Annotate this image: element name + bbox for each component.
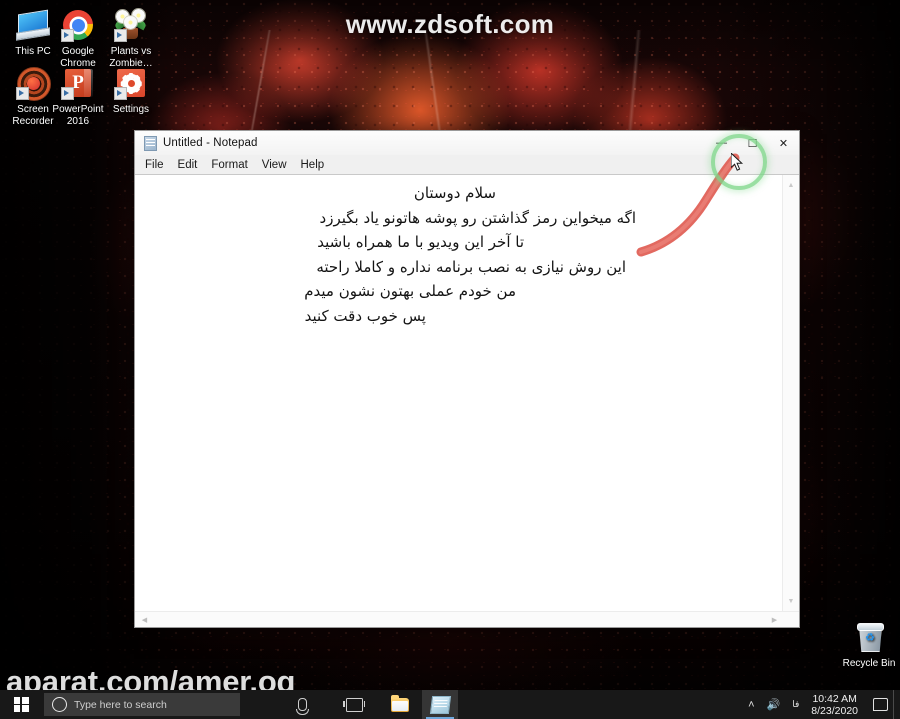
menu-file[interactable]: File	[138, 158, 171, 172]
windows-taskbar: Type here to search ˄ 🔊 فا 10:42 AM 8/23…	[0, 690, 900, 719]
settings-gear-icon	[114, 66, 148, 100]
windows-logo-icon	[13, 697, 29, 712]
minimize-button[interactable]: —	[706, 131, 737, 155]
notepad-line: من خودم عملی بهتون نشون میدم	[304, 282, 516, 300]
notepad-body: سلام دوستان اگه میخواین رمز گذاشتن رو پو…	[135, 174, 799, 611]
notepad-text-area[interactable]: سلام دوستان اگه میخواین رمز گذاشتن رو پو…	[135, 175, 782, 611]
notepad-line: سلام دوستان	[413, 184, 496, 202]
notepad-taskbar-icon[interactable]	[422, 690, 458, 719]
system-tray: ˄ 🔊 فا 10:42 AM 8/23/2020	[742, 690, 900, 719]
desktop-icon-settings[interactable]: Settings	[98, 66, 164, 116]
notepad-window[interactable]: Untitled - Notepad — ☐ ✕ File Edit Forma…	[134, 130, 800, 628]
close-button[interactable]: ✕	[768, 131, 799, 155]
desktop-screen: www.zdsoft.com This PC Google Chrome Pla…	[0, 0, 900, 719]
notepad-line: تا آخر این ویدیو با ما همراه باشید	[317, 233, 524, 251]
taskbar-clock[interactable]: 10:42 AM 8/23/2020	[805, 693, 867, 717]
notepad-line: این روش نیازی به نصب برنامه نداره و کامل…	[316, 257, 626, 276]
scroll-right-arrow-icon[interactable]: ▶	[767, 612, 782, 627]
vertical-scrollbar[interactable]: ▲ ▼	[782, 175, 799, 611]
taskbar-search-box[interactable]: Type here to search	[44, 693, 240, 716]
action-center-icon[interactable]	[867, 690, 893, 719]
input-language-indicator[interactable]: فا	[786, 690, 805, 719]
plants-vs-zombies-icon	[113, 8, 148, 42]
file-explorer-icon[interactable]	[382, 690, 418, 719]
cortana-microphone-icon[interactable]	[284, 690, 320, 719]
chrome-icon	[61, 8, 95, 42]
shortcut-arrow-badge	[114, 29, 127, 42]
clock-date: 8/23/2020	[811, 704, 858, 717]
window-title: Untitled - Notepad	[163, 137, 258, 149]
maximize-button[interactable]: ☐	[737, 131, 768, 155]
start-button[interactable]	[0, 690, 42, 719]
cortana-circle-icon	[52, 697, 67, 712]
powerpoint-icon: P	[61, 66, 95, 100]
scroll-down-arrow-icon[interactable]: ▼	[783, 593, 799, 609]
show-desktop-button[interactable]	[893, 690, 900, 719]
recycle-bin-icon: ♻	[852, 620, 886, 654]
desktop-icon-recycle-bin[interactable]: ♻ Recycle Bin	[836, 620, 900, 670]
horizontal-scrollbar[interactable]: ◀ ▶	[135, 611, 799, 627]
menu-help[interactable]: Help	[294, 158, 332, 172]
task-view-icon[interactable]	[336, 690, 372, 719]
notepad-menubar: File Edit Format View Help	[135, 155, 799, 174]
shortcut-arrow-badge	[16, 87, 29, 100]
clock-time: 10:42 AM	[812, 692, 857, 705]
notepad-document-icon	[142, 135, 158, 151]
volume-icon[interactable]: 🔊	[761, 690, 787, 719]
menu-view[interactable]: View	[255, 158, 294, 172]
desktop-icon-label: Recycle Bin	[842, 658, 896, 669]
window-controls: — ☐ ✕	[706, 131, 799, 155]
notepad-line: پس خوب دقت کنید	[304, 306, 426, 325]
tray-chevron-up-icon[interactable]: ˄	[742, 690, 760, 719]
menu-format[interactable]: Format	[204, 158, 254, 172]
desktop-icon-label: Settings	[112, 104, 150, 115]
shortcut-arrow-badge	[61, 29, 74, 42]
search-placeholder-text: Type here to search	[74, 698, 167, 711]
shortcut-arrow-badge	[114, 87, 127, 100]
scroll-left-arrow-icon[interactable]: ◀	[137, 612, 152, 627]
notepad-titlebar[interactable]: Untitled - Notepad — ☐ ✕	[135, 131, 799, 155]
notepad-line: اگه میخواین رمز گذاشتن رو پوشه هاتونو یا…	[319, 208, 636, 227]
shortcut-arrow-badge	[61, 87, 74, 100]
scroll-up-arrow-icon[interactable]: ▲	[783, 177, 799, 193]
desktop-icon-plants-vs-zombies[interactable]: Plants vs Zombie…	[98, 8, 164, 69]
menu-edit[interactable]: Edit	[171, 158, 205, 172]
